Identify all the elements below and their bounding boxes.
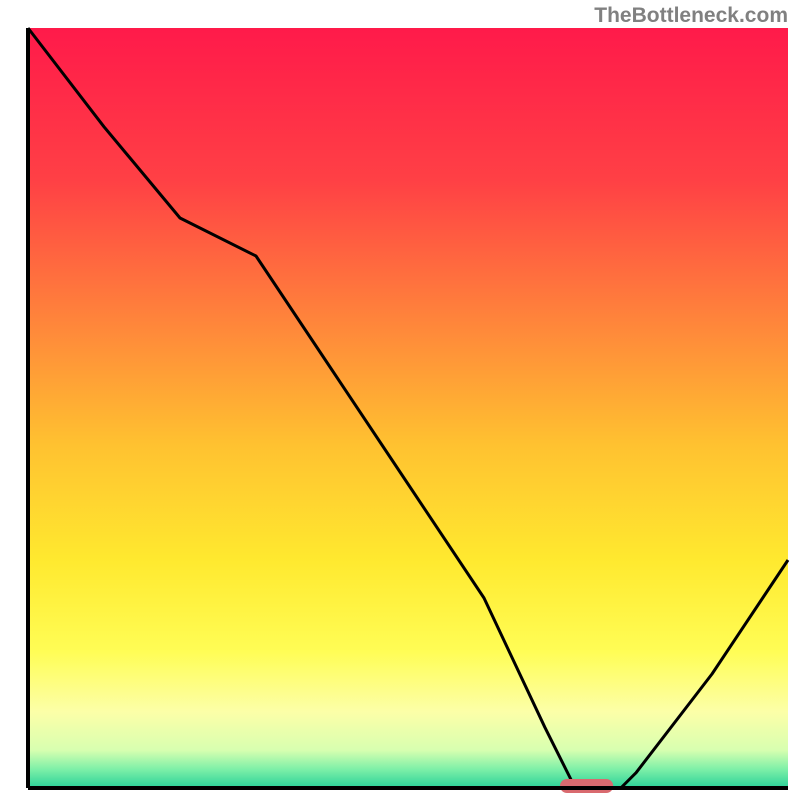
watermark-text: TheBottleneck.com [594, 4, 788, 28]
gradient-background [28, 28, 788, 788]
chart-container: TheBottleneck.com [0, 0, 800, 800]
bottleneck-chart [0, 0, 800, 800]
